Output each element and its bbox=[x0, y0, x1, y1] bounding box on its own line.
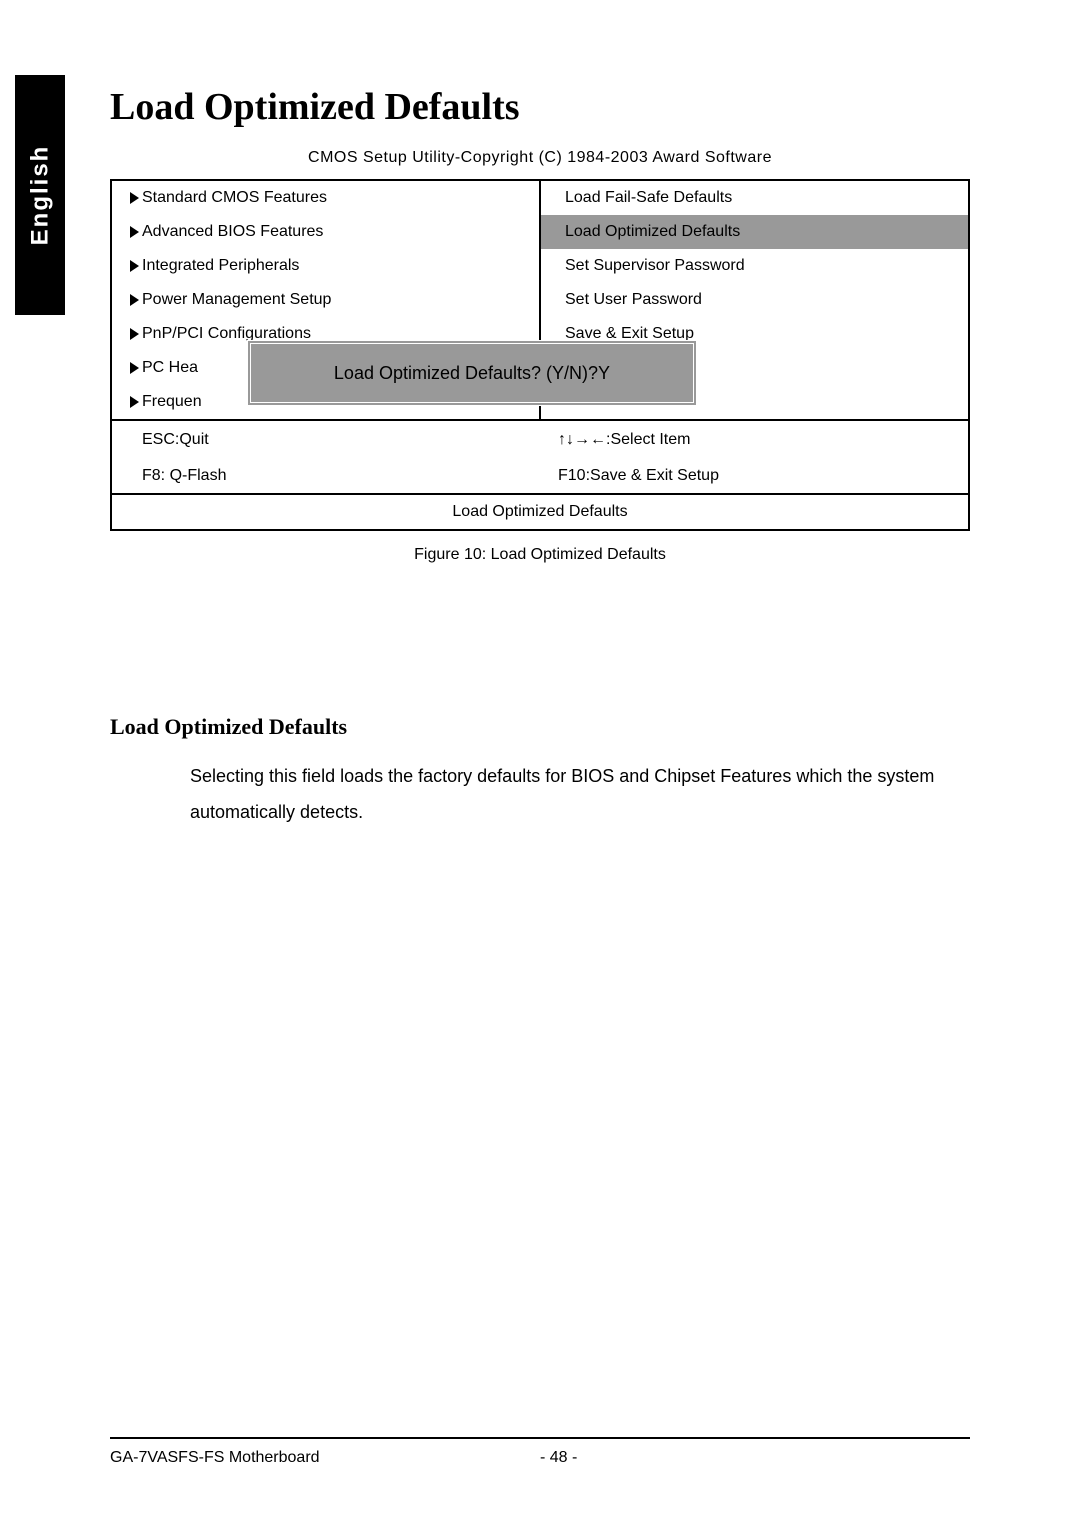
menu-item-power-management[interactable]: Power Management Setup bbox=[112, 283, 540, 317]
footer-product: GA-7VASFS-FS Motherboard bbox=[110, 1449, 540, 1467]
figure-caption: Figure 10: Load Optimized Defaults bbox=[110, 546, 970, 564]
page-content: Load Optimized Defaults CMOS Setup Utili… bbox=[110, 85, 970, 830]
hint-f8: F8: Q-Flash bbox=[112, 457, 540, 494]
menu-item-load-failsafe[interactable]: Load Fail-Safe Defaults bbox=[540, 181, 968, 215]
language-tab: English bbox=[15, 75, 65, 315]
hint-esc: ESC:Quit bbox=[112, 420, 540, 457]
section-title: Load Optimized Defaults bbox=[110, 714, 970, 740]
triangle-icon bbox=[130, 260, 139, 272]
footer-page-number: - 48 - bbox=[540, 1449, 970, 1467]
triangle-icon bbox=[130, 362, 139, 374]
menu-item-supervisor-password[interactable]: Set Supervisor Password bbox=[540, 249, 968, 283]
bios-header-caption: CMOS Setup Utility-Copyright (C) 1984-20… bbox=[110, 149, 970, 167]
triangle-icon bbox=[130, 192, 139, 204]
body-text: Selecting this field loads the factory d… bbox=[190, 758, 970, 830]
menu-item-standard-cmos[interactable]: Standard CMOS Features bbox=[112, 181, 540, 215]
language-label: English bbox=[26, 145, 54, 246]
page-footer: GA-7VASFS-FS Motherboard - 48 - bbox=[110, 1437, 970, 1467]
triangle-icon bbox=[130, 226, 139, 238]
bios-status-bar: Load Optimized Defaults bbox=[112, 494, 968, 529]
confirm-dialog[interactable]: Load Optimized Defaults? (Y/N)?Y bbox=[247, 340, 697, 406]
menu-item-load-optimized[interactable]: Load Optimized Defaults bbox=[540, 215, 968, 249]
menu-item-integrated-peripherals[interactable]: Integrated Peripherals bbox=[112, 249, 540, 283]
triangle-icon bbox=[130, 328, 139, 340]
page-title: Load Optimized Defaults bbox=[110, 85, 970, 129]
dialog-text: Load Optimized Defaults? (Y/N)?Y bbox=[334, 363, 610, 384]
menu-item-user-password[interactable]: Set User Password bbox=[540, 283, 968, 317]
menu-item-advanced-bios[interactable]: Advanced BIOS Features bbox=[112, 215, 540, 249]
bios-setup-box: Standard CMOS Features Load Fail-Safe De… bbox=[110, 179, 970, 531]
hint-select: ↑↓→←:Select Item bbox=[540, 420, 968, 457]
triangle-icon bbox=[130, 294, 139, 306]
hint-f10: F10:Save & Exit Setup bbox=[540, 457, 968, 494]
triangle-icon bbox=[130, 396, 139, 408]
